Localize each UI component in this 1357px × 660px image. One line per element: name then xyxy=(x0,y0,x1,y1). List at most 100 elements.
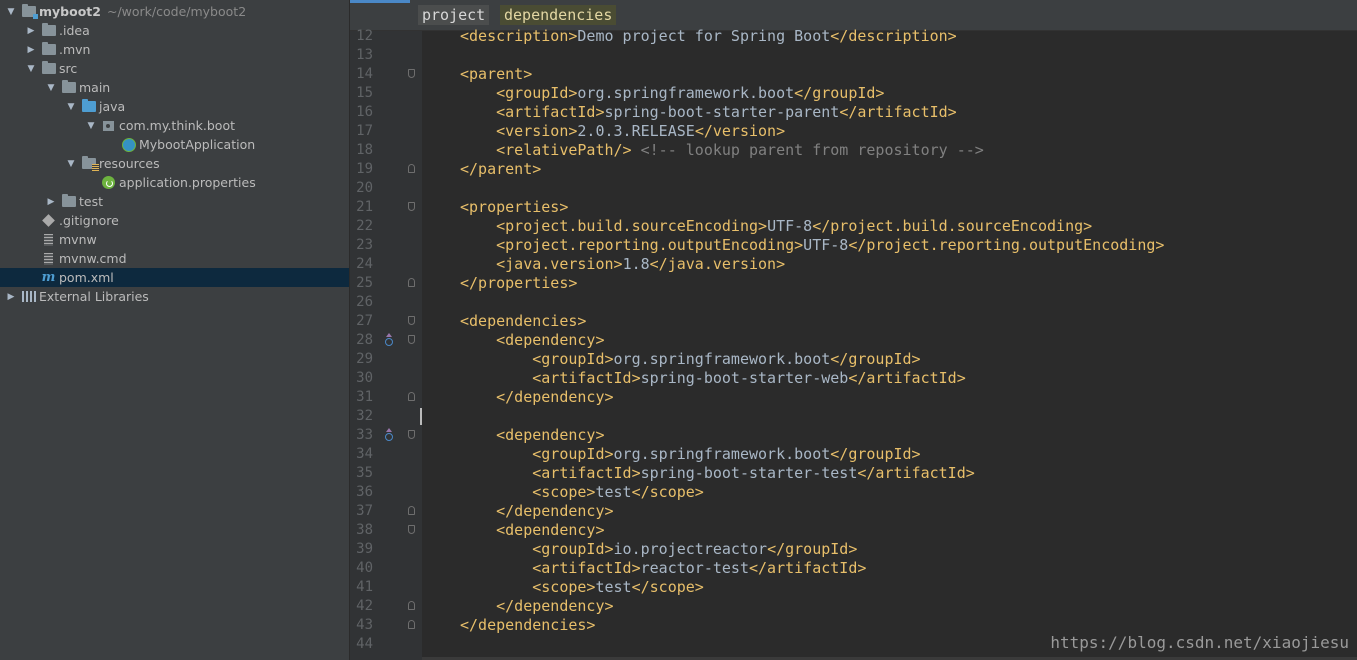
breadcrumb-project[interactable]: project xyxy=(418,5,490,25)
fold-close-icon[interactable] xyxy=(408,620,415,629)
code-line[interactable]: 15 <groupId>org.springframework.boot</gr… xyxy=(350,84,1357,103)
line-number: 35 xyxy=(356,465,373,481)
chevron-down-icon[interactable]: ▼ xyxy=(85,121,97,131)
code-line[interactable]: 39 <groupId>io.projectreactor</groupId> xyxy=(350,540,1357,559)
tree-item-main[interactable]: ▼ main xyxy=(0,78,349,97)
tree-item-resources[interactable]: ▼ resources xyxy=(0,154,349,173)
fold-close-icon[interactable] xyxy=(408,164,415,173)
fold-open-icon[interactable] xyxy=(408,430,415,439)
chevron-right-icon[interactable]: ▶ xyxy=(45,197,57,207)
tree-item-mvnw[interactable]: ▶mvnw xyxy=(0,230,349,249)
code-line[interactable]: 24 <java.version>1.8</java.version> xyxy=(350,255,1357,274)
code-line[interactable]: 41 <scope>test</scope> xyxy=(350,578,1357,597)
fold-open-icon[interactable] xyxy=(408,202,415,211)
code-line[interactable]: 14 <parent> xyxy=(350,65,1357,84)
fold-close-icon[interactable] xyxy=(408,601,415,610)
tree-item-myboot2[interactable]: ▼ myboot2 ~/work/code/myboot2 xyxy=(0,2,349,21)
chevron-down-icon[interactable]: ▼ xyxy=(65,102,77,112)
chevron-down-icon[interactable]: ▼ xyxy=(45,83,57,93)
code-line[interactable]: 16 <artifactId>spring-boot-starter-paren… xyxy=(350,103,1357,122)
fold-close-icon[interactable] xyxy=(408,506,415,515)
code-line[interactable]: 26 xyxy=(350,293,1357,312)
code-line[interactable]: 17 <version>2.0.3.RELEASE</version> xyxy=(350,122,1357,141)
chevron-right-icon[interactable]: ▶ xyxy=(25,45,37,55)
code-line[interactable]: 13 xyxy=(350,46,1357,65)
code-line[interactable]: 19 </parent> xyxy=(350,160,1357,179)
breadcrumb-dependencies[interactable]: dependencies xyxy=(500,5,617,25)
code-line[interactable]: 28 <dependency> xyxy=(350,331,1357,350)
code-line[interactable]: 37 </dependency> xyxy=(350,502,1357,521)
code-line[interactable]: 31 </dependency> xyxy=(350,388,1357,407)
code-line[interactable]: 29 <groupId>org.springframework.boot</gr… xyxy=(350,350,1357,369)
code-text: </dependency> xyxy=(496,502,614,520)
tree-item-java[interactable]: ▼ java xyxy=(0,97,349,116)
code-text: <artifactId>reactor-test</artifactId> xyxy=(532,559,867,577)
code-text: <groupId>org.springframework.boot</group… xyxy=(496,84,885,102)
tree-item-mvnw-cmd[interactable]: ▶mvnw.cmd xyxy=(0,249,349,268)
fold-open-icon[interactable] xyxy=(408,335,415,344)
tree-item-pom-xml[interactable]: ▶mpom.xml xyxy=(0,268,349,287)
code-text: </dependency> xyxy=(496,597,614,615)
tree-item-test[interactable]: ▶ test xyxy=(0,192,349,211)
code-line[interactable]: 20 xyxy=(350,179,1357,198)
code-text: <groupId>io.projectreactor</groupId> xyxy=(532,540,858,558)
tree-item-idea[interactable]: ▶ .idea xyxy=(0,21,349,40)
code-line[interactable]: 35 <artifactId>spring-boot-starter-test<… xyxy=(350,464,1357,483)
tree-item-mybootapplication[interactable]: ▶MybootApplication xyxy=(0,135,349,154)
line-number: 16 xyxy=(356,104,373,120)
fold-open-icon[interactable] xyxy=(408,316,415,325)
line-number: 23 xyxy=(356,237,373,253)
tree-item-application-properties[interactable]: ▶application.properties xyxy=(0,173,349,192)
line-number: 19 xyxy=(356,161,373,177)
code-line[interactable]: 40 <artifactId>reactor-test</artifactId> xyxy=(350,559,1357,578)
chevron-down-icon[interactable]: ▼ xyxy=(65,159,77,169)
tree-item-label: .idea xyxy=(59,23,90,38)
dependency-icon[interactable] xyxy=(383,333,393,347)
line-number: 18 xyxy=(356,142,373,158)
code-line[interactable]: 30 <artifactId>spring-boot-starter-web</… xyxy=(350,369,1357,388)
tree-item-gitignore[interactable]: ▶.gitignore xyxy=(0,211,349,230)
fold-open-icon[interactable] xyxy=(408,69,415,78)
tree-item-label: test xyxy=(79,194,104,209)
line-number: 43 xyxy=(356,617,373,633)
tree-item-com-my-think-boot[interactable]: ▼ com.my.think.boot xyxy=(0,116,349,135)
code-text: <dependency> xyxy=(496,331,605,349)
chevron-right-icon[interactable]: ▶ xyxy=(25,26,37,36)
code-line[interactable]: 21 <properties> xyxy=(350,198,1357,217)
folder-icon xyxy=(41,23,56,38)
code-text: <artifactId>spring-boot-starter-test</ar… xyxy=(532,464,975,482)
code-line[interactable]: 12 <description>Demo project for Spring B… xyxy=(350,27,1357,46)
chevron-down-icon[interactable]: ▼ xyxy=(5,7,17,17)
fold-open-icon[interactable] xyxy=(408,525,415,534)
tree-item-src[interactable]: ▼ src xyxy=(0,59,349,78)
chevron-right-icon[interactable]: ▶ xyxy=(5,292,17,302)
code-line[interactable]: 27 <dependencies> xyxy=(350,312,1357,331)
tree-item-mvn[interactable]: ▶ .mvn xyxy=(0,40,349,59)
code-text: <dependency> xyxy=(496,521,605,539)
code-text: <artifactId>spring-boot-starter-web</art… xyxy=(532,369,966,387)
code-line[interactable]: 42 </dependency> xyxy=(350,597,1357,616)
tree-item-external-libraries[interactable]: ▶ External Libraries xyxy=(0,287,349,306)
code-text: <scope>test</scope> xyxy=(532,483,704,501)
line-number: 12 xyxy=(356,28,373,44)
line-number: 40 xyxy=(356,560,373,576)
code-line[interactable]: 25 </properties> xyxy=(350,274,1357,293)
code-line[interactable]: 23 <project.reporting.outputEncoding>UTF… xyxy=(350,236,1357,255)
chevron-down-icon[interactable]: ▼ xyxy=(25,64,37,74)
dependency-icon[interactable] xyxy=(383,428,393,442)
tree-item-label: myboot2 xyxy=(39,4,101,19)
code-line[interactable]: 34 <groupId>org.springframework.boot</gr… xyxy=(350,445,1357,464)
line-number: 41 xyxy=(356,579,373,595)
code-line[interactable]: 32 xyxy=(350,407,1357,426)
fold-close-icon[interactable] xyxy=(408,392,415,401)
code-line[interactable]: 18 <relativePath/> <!-- lookup parent fr… xyxy=(350,141,1357,160)
fold-close-icon[interactable] xyxy=(408,278,415,287)
folder-icon xyxy=(41,42,56,57)
package-icon xyxy=(101,119,116,133)
tree-item-label: src xyxy=(59,61,78,76)
line-number: 37 xyxy=(356,503,373,519)
code-line[interactable]: 22 <project.build.sourceEncoding>UTF-8</… xyxy=(350,217,1357,236)
code-line[interactable]: 33 <dependency> xyxy=(350,426,1357,445)
code-line[interactable]: 36 <scope>test</scope> xyxy=(350,483,1357,502)
code-line[interactable]: 38 <dependency> xyxy=(350,521,1357,540)
